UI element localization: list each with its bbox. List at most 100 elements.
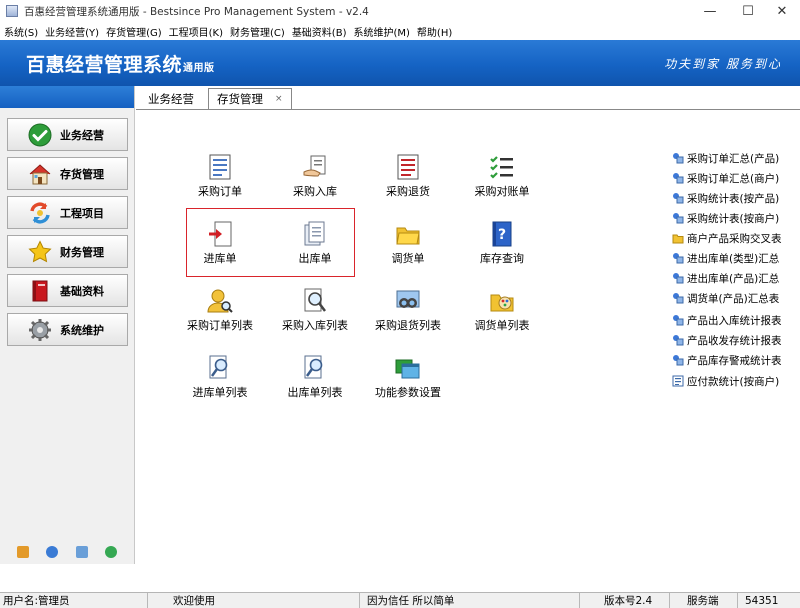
menu-bar: 系统(S) 业务经营(Y) 存货管理(G) 工程项目(K) 财务管理(C) 基础… — [0, 22, 800, 40]
report-label: 采购订单汇总(商户) — [687, 172, 780, 185]
sidebar-item-finance[interactable]: 财务管理 — [7, 235, 128, 268]
menu-project[interactable]: 工程项目(K) — [165, 24, 226, 39]
func-purchase-in[interactable]: 采购入库 — [270, 154, 360, 204]
report-label: 采购统计表(按商户) — [687, 212, 780, 225]
red-document-icon — [395, 154, 421, 180]
func-stock-out-list[interactable]: 出库单列表 — [270, 355, 360, 405]
func-purchase-return-list[interactable]: 采购退货列表 — [363, 288, 453, 338]
tab-business[interactable]: 业务经营 — [140, 89, 202, 109]
func-label: 进库单 — [203, 252, 237, 265]
func-purchase-return[interactable]: 采购退货 — [363, 154, 453, 204]
report-link[interactable]: 采购订单汇总(产品) — [672, 149, 779, 167]
clock-icon[interactable] — [46, 546, 59, 558]
status-version: 版本号2.4 — [580, 593, 670, 608]
minimize-button[interactable]: — — [692, 0, 728, 22]
func-label: 进库单列表 — [192, 386, 248, 399]
func-label: 库存查询 — [480, 252, 524, 265]
menu-help[interactable]: 帮助(H) — [413, 24, 455, 39]
func-label: 采购订单列表 — [187, 319, 253, 332]
func-stock-query[interactable]: ? 库存查询 — [457, 221, 547, 271]
func-label: 出库单列表 — [287, 386, 343, 399]
func-label: 采购退货列表 — [375, 319, 441, 332]
func-purchase-order[interactable]: 采购订单 — [175, 154, 265, 204]
func-parameter-settings[interactable]: 功能参数设置 — [363, 355, 453, 405]
func-purchase-statement[interactable]: 采购对账单 — [457, 154, 547, 204]
status-bar: 用户名:管理员 欢迎使用 因为信任 所以简单 版本号2.4 服务端 54351 — [0, 592, 800, 608]
status-welcome: 欢迎使用 — [148, 593, 360, 608]
report-link[interactable]: 商户产品采购交叉表 — [672, 229, 782, 247]
maximize-button[interactable]: ☐ — [730, 0, 766, 22]
cycle-arrows-icon — [28, 201, 52, 225]
menu-system[interactable]: 系统(S) — [0, 24, 41, 39]
report-label: 产品出入库统计报表 — [687, 314, 782, 327]
banner-title: 百惠经营管理系统通用版 — [26, 50, 215, 77]
menu-inventory[interactable]: 存货管理(G) — [102, 24, 165, 39]
close-icon[interactable]: × — [275, 94, 283, 104]
search-icon[interactable] — [75, 546, 88, 558]
report-link[interactable]: 进出库单(产品)汇总 — [672, 269, 779, 287]
report-icon — [672, 314, 684, 326]
windows-icon — [395, 355, 421, 381]
banner-slogan: 功夫到家 服务到心 — [664, 57, 782, 71]
func-label: 采购订单 — [198, 185, 242, 198]
help-book-icon: ? — [489, 221, 515, 247]
report-label: 进出库单(类型)汇总 — [687, 252, 780, 265]
func-stock-in[interactable]: 进库单 — [175, 221, 265, 271]
gear-icon — [28, 318, 52, 342]
func-stock-in-list[interactable]: 进库单列表 — [175, 355, 265, 405]
house-icon — [28, 162, 52, 186]
magnify-document-icon — [302, 288, 328, 314]
func-purchase-order-list[interactable]: 采购订单列表 — [175, 288, 265, 338]
report-link[interactable]: 采购统计表(按商户) — [672, 209, 779, 227]
report-label: 应付款统计(按商户) — [687, 375, 780, 388]
menu-business[interactable]: 业务经营(Y) — [41, 24, 102, 39]
report-icon — [672, 272, 684, 284]
palette-icon — [489, 288, 515, 314]
close-button[interactable]: ✕ — [764, 0, 800, 22]
svg-text:?: ? — [498, 227, 506, 243]
check-circle-icon — [28, 123, 52, 147]
sidebar-item-basic-data[interactable]: 基础资料 — [7, 274, 128, 307]
menu-maintenance[interactable]: 系统维护(M) — [349, 24, 412, 39]
sidebar-item-label: 基础资料 — [60, 284, 104, 298]
key-icon[interactable] — [16, 546, 29, 558]
status-service: 服务端 — [670, 593, 738, 608]
user-search-icon — [207, 288, 233, 314]
tab-bar: 业务经营 存货管理 × — [140, 88, 292, 109]
sidebar-item-label: 业务经营 — [60, 128, 104, 142]
func-label: 调货单 — [391, 252, 425, 265]
report-icon — [672, 192, 684, 204]
sidebar-item-label: 财务管理 — [60, 245, 104, 259]
report-link[interactable]: 采购订单汇总(商户) — [672, 169, 779, 187]
menu-basic-data[interactable]: 基础资料(B) — [288, 24, 350, 39]
func-label: 采购入库 — [293, 185, 337, 198]
report-link[interactable]: 产品出入库统计报表 — [672, 311, 782, 329]
report-link[interactable]: 调货单(产品)汇总表 — [672, 289, 779, 307]
sidebar-item-inventory[interactable]: 存货管理 — [7, 157, 128, 190]
menu-finance[interactable]: 财务管理(C) — [226, 24, 288, 39]
report-icon — [672, 212, 684, 224]
func-transfer-list[interactable]: 调货单列表 — [457, 288, 547, 338]
tab-inventory[interactable]: 存货管理 × — [208, 88, 292, 109]
book-icon — [28, 279, 52, 303]
func-purchase-in-list[interactable]: 采购入库列表 — [270, 288, 360, 338]
func-stock-out[interactable]: 出库单 — [270, 221, 360, 271]
report-label: 调货单(产品)汇总表 — [687, 292, 780, 305]
report-link[interactable]: 采购统计表(按产品) — [672, 189, 779, 207]
refresh-icon[interactable] — [105, 546, 118, 558]
report-label: 采购统计表(按产品) — [687, 192, 780, 205]
app-icon — [6, 5, 18, 17]
report-link[interactable]: 进出库单(类型)汇总 — [672, 249, 779, 267]
sidebar-item-business[interactable]: 业务经营 — [7, 118, 128, 151]
report-link[interactable]: 产品收发存统计报表 — [672, 331, 782, 349]
report-link[interactable]: 应付款统计(按商户) — [672, 372, 779, 390]
report-icon — [672, 252, 684, 264]
sidebar-item-maintenance[interactable]: 系统维护 — [7, 313, 128, 346]
func-transfer[interactable]: 调货单 — [363, 221, 453, 271]
func-label: 出库单 — [298, 252, 332, 265]
app-window: 百惠经营管理系统通用版 - Bestsince Pro Management S… — [0, 0, 800, 608]
sidebar-item-project[interactable]: 工程项目 — [7, 196, 128, 229]
report-link[interactable]: 产品库存警戒统计表 — [672, 351, 782, 369]
func-label: 调货单列表 — [474, 319, 530, 332]
tab-divider — [136, 109, 800, 110]
